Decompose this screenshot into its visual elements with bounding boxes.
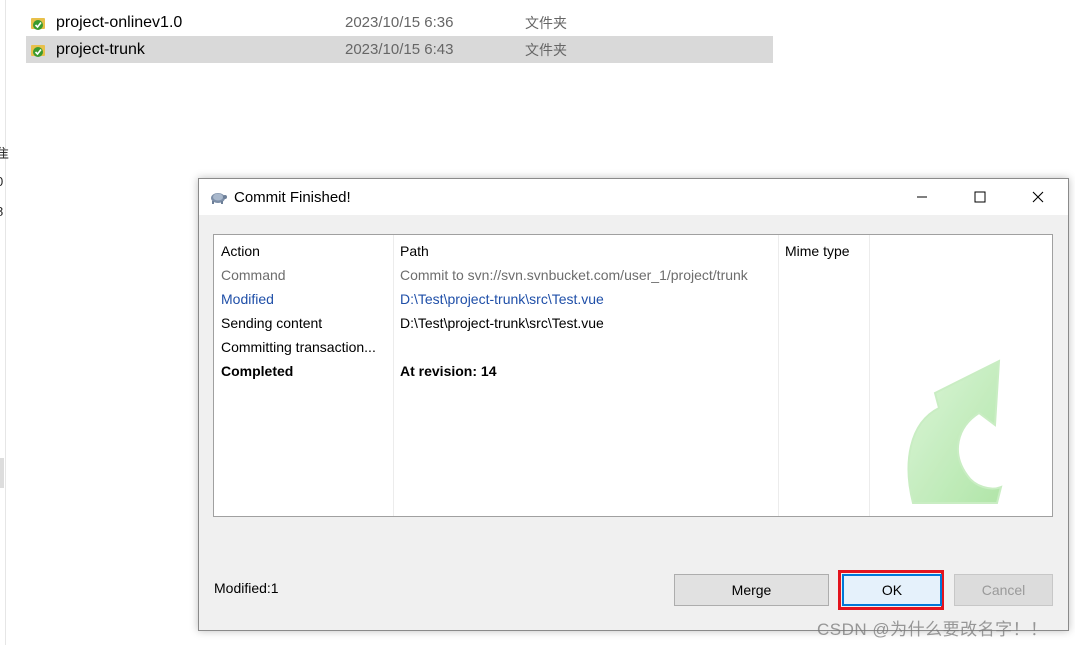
- file-name: project-onlinev1.0: [56, 13, 183, 31]
- file-date: 2023/10/15 6:36: [345, 14, 454, 31]
- commit-finished-dialog: Commit Finished! Action Path Mime type C…: [198, 178, 1069, 631]
- close-button[interactable]: [1009, 179, 1067, 215]
- column-divider: [778, 235, 779, 516]
- file-date: 2023/10/15 6:43: [345, 41, 454, 58]
- row-path: Commit to svn://svn.svnbucket.com/user_1…: [400, 267, 748, 283]
- column-divider: [869, 235, 870, 516]
- merge-button[interactable]: Merge: [674, 574, 829, 606]
- ok-button[interactable]: OK: [842, 574, 942, 606]
- scrollbar-fragment: [0, 458, 4, 488]
- left-window-edge: [5, 0, 6, 645]
- column-header-path[interactable]: Path: [400, 243, 429, 259]
- file-type: 文件夹: [525, 41, 567, 58]
- clipped-text: 8: [0, 204, 3, 219]
- row-path: D:\Test\project-trunk\src\Test.vue: [400, 315, 604, 331]
- close-icon: [1032, 191, 1044, 203]
- dialog-titlebar[interactable]: Commit Finished!: [199, 179, 1068, 215]
- svn-folder-icon: [30, 42, 46, 58]
- column-header-action[interactable]: Action: [221, 243, 260, 259]
- row-action: Command: [221, 267, 286, 283]
- tortoise-icon: [208, 188, 228, 206]
- maximize-icon: [974, 191, 986, 203]
- column-header-mime-type[interactable]: Mime type: [785, 243, 850, 259]
- file-row-project-trunk[interactable]: project-trunk 2023/10/15 6:43 文件夹: [26, 36, 773, 63]
- cancel-button[interactable]: Cancel: [954, 574, 1053, 606]
- row-action: Sending content: [221, 315, 323, 331]
- minimize-icon: [917, 196, 927, 198]
- dialog-title: Commit Finished!: [234, 188, 351, 206]
- csdn-watermark: CSDN @为什么要改名字！！: [817, 620, 1048, 639]
- row-action: Committing transaction...: [221, 339, 376, 355]
- commit-result-list[interactable]: Action Path Mime type Command Commit to …: [213, 234, 1053, 517]
- clipped-text: 0: [0, 174, 3, 189]
- column-divider: [393, 235, 394, 516]
- row-action: Modified: [221, 291, 274, 307]
- file-row-project-onlinev1[interactable]: project-onlinev1.0 2023/10/15 6:36 文件夹: [26, 9, 773, 36]
- svn-folder-icon: [30, 15, 46, 31]
- file-name: project-trunk: [56, 40, 145, 58]
- file-type: 文件夹: [525, 14, 567, 31]
- row-path: D:\Test\project-trunk\src\Test.vue: [400, 291, 604, 307]
- row-path: At revision: 14: [400, 363, 497, 379]
- clipped-text: 隹: [0, 146, 10, 161]
- commit-arrow-icon: [907, 359, 1003, 504]
- status-modified-count: Modified:1: [214, 580, 279, 596]
- minimize-button[interactable]: [893, 179, 951, 215]
- maximize-button[interactable]: [951, 179, 1009, 215]
- row-action: Completed: [221, 363, 294, 379]
